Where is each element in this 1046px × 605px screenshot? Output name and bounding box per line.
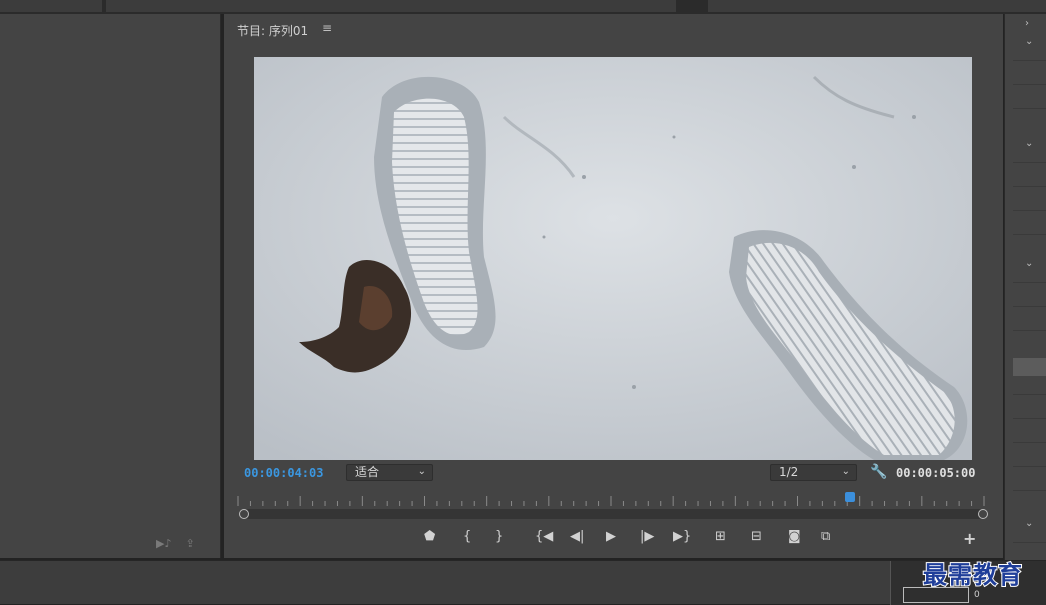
scrollbar-end-handle[interactable] (978, 509, 988, 519)
zoom-scrollbar[interactable] (244, 509, 984, 519)
right-panel: › ⌄ ⌄ ⌄ ⌄ (1004, 14, 1046, 560)
selected-row[interactable] (1013, 358, 1046, 376)
row-divider (1013, 306, 1046, 307)
program-monitor: 节目: 序列01 ≡ 00:00:04:03 适合 ⌄ 1/2 ⌄ 🔧 00:0… (224, 14, 1003, 558)
insert-icon[interactable]: ▶♪ (156, 537, 171, 550)
scrollbar-start-handle[interactable] (239, 509, 249, 519)
transport-controls: ⬟ { } {◀ ◀| ▶ |▶ ▶} ⊞ ⊟ ◙ ⧉ (224, 529, 1003, 549)
mark-in-icon[interactable]: { (463, 529, 471, 544)
row-divider (1013, 466, 1046, 467)
row-divider (1013, 330, 1046, 331)
compare-icon[interactable]: ⧉ (821, 529, 830, 544)
row-divider (1013, 282, 1046, 283)
top-panel-strip (0, 0, 1046, 14)
top-tab-middle[interactable] (106, 0, 676, 12)
zoom-fit-value: 适合 (355, 465, 380, 479)
source-panel: ▶♪ ⇪ (0, 14, 221, 558)
playhead[interactable] (845, 492, 856, 502)
row-divider (1013, 490, 1046, 491)
timeline-panel (0, 560, 1046, 605)
row-divider (1013, 84, 1046, 85)
row-divider (1013, 210, 1046, 211)
marker-icon[interactable]: ⬟ (424, 529, 435, 544)
time-ruler[interactable] (237, 494, 985, 506)
current-timecode[interactable]: 00:00:04:03 (244, 466, 323, 480)
wrench-icon[interactable]: 🔧 (870, 464, 887, 480)
plus-icon[interactable]: + (963, 529, 976, 548)
camera-icon[interactable]: ◙ (788, 529, 801, 544)
top-tab-right[interactable] (708, 0, 1046, 12)
row-divider (1013, 394, 1046, 395)
row-divider (1013, 60, 1046, 61)
row-divider (1013, 542, 1046, 543)
left-panel-tools: ▶♪ ⇪ (156, 537, 195, 550)
playback-resolution-select[interactable]: 1/2 ⌄ (770, 464, 857, 481)
row-divider (1013, 162, 1046, 163)
watermark-logo: 最需教育 (922, 559, 1023, 590)
chevron-down-icon[interactable]: ⌄ (1025, 258, 1033, 269)
row-divider (1013, 442, 1046, 443)
play-icon[interactable]: ▶ (606, 529, 616, 544)
row-divider (1013, 186, 1046, 187)
mark-out-icon[interactable]: } (495, 529, 503, 544)
step-forward-icon[interactable]: |▶ (640, 529, 654, 544)
chevron-down-icon[interactable]: ⌄ (1025, 138, 1033, 149)
zoom-fit-select[interactable]: 适合 ⌄ (346, 464, 433, 481)
row-divider (1013, 418, 1046, 419)
chevron-down-icon: ⌄ (417, 466, 426, 477)
chevron-down-icon[interactable]: ⌄ (1025, 36, 1033, 47)
snow-footprints-image (254, 57, 972, 460)
duration-timecode: 00:00:05:00 (896, 466, 976, 480)
export-icon[interactable]: ⇪ (185, 537, 194, 550)
chevron-down-icon[interactable]: ⌄ (1025, 518, 1033, 529)
row-divider (1013, 108, 1046, 109)
go-to-out-icon[interactable]: ▶} (673, 529, 691, 544)
row-divider (1013, 234, 1046, 235)
chevron-right-icon[interactable]: › (1025, 18, 1029, 29)
extract-icon[interactable]: ⊟ (751, 529, 762, 544)
top-tab-left[interactable] (0, 0, 102, 12)
video-preview[interactable] (254, 57, 972, 460)
menu-icon[interactable]: ≡ (322, 21, 332, 35)
step-back-icon[interactable]: ◀| (570, 529, 584, 544)
resolution-value: 1/2 (779, 465, 799, 479)
chevron-down-icon: ⌄ (841, 466, 850, 477)
program-monitor-title[interactable]: 节目: 序列01 (237, 22, 308, 39)
meter-zero-label: 0 (974, 590, 980, 600)
lift-icon[interactable]: ⊞ (715, 529, 726, 544)
go-to-in-icon[interactable]: {◀ (535, 529, 553, 544)
